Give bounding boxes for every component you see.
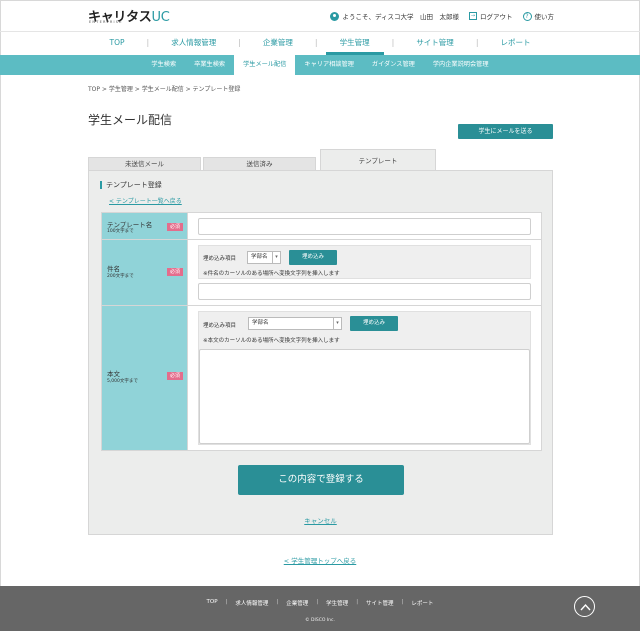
label-body-limit: 5,000文字まで (107, 379, 138, 384)
row-template-name: テンプレート名 100文字まで 必須 (102, 213, 541, 240)
footer-separator: | (276, 599, 279, 605)
welcome-text: ようこそ、ディスコ大学 山田 太郎様 (342, 13, 459, 21)
back-to-student-top-link[interactable]: < 学生管理トップへ戻る (0, 555, 640, 565)
page-title: 学生メール配信 (88, 113, 173, 127)
nav-separator: | (314, 38, 318, 47)
sub-nav: 学生検索 卒業生検索 学生メール配信 キャリア相談管理 ガイダンス管理 学内企業… (0, 55, 640, 75)
label-cell: 本文 5,000文字まで 必須 (102, 306, 188, 450)
embed-label: 埋め込み項目 (203, 256, 237, 262)
subject-input[interactable] (198, 283, 531, 300)
field-cell: 埋め込み項目 学部名 ▾ 埋め込み ※本文のカーソルのある場所へ変換文字列を挿入… (188, 306, 541, 450)
embed-label: 埋め込み項目 (203, 323, 237, 329)
row-body: 本文 5,000文字まで 必須 埋め込み項目 学部名 ▾ 埋め込み ※本文のカー… (102, 306, 541, 450)
body-textarea[interactable] (199, 349, 530, 444)
required-badge: 必須 (167, 268, 183, 276)
template-panel: テンプレート登録 < テンプレート一覧へ戻る テンプレート名 100文字まで 必… (88, 170, 553, 535)
copyright: © DISCO Inc. (305, 618, 335, 623)
tab-sent[interactable]: 送信済み (203, 157, 316, 171)
main-nav-jobs[interactable]: 求人情報管理 (157, 32, 230, 55)
sub-nav-career-consult[interactable]: キャリア相談管理 (295, 55, 363, 75)
back-to-list-link[interactable]: < テンプレート一覧へ戻る (109, 196, 182, 205)
body-embed-button[interactable]: 埋め込み (350, 316, 398, 331)
footer-nav: TOP | 求人情報管理 | 企業管理 | 学生管理 | サイト管理 | レポー… (0, 599, 640, 607)
sub-nav-student-search[interactable]: 学生検索 (142, 55, 185, 75)
logo-subtext: ENTERPRISE (89, 20, 123, 24)
sub-nav-guidance[interactable]: ガイダンス管理 (363, 55, 424, 75)
footer-link-report[interactable]: レポート (407, 599, 437, 607)
nav-separator: | (391, 38, 395, 47)
footer-link-site[interactable]: サイト管理 (362, 599, 398, 607)
subject-note: ※件名のカーソルのある場所へ変換文字列を挿入します (203, 271, 340, 277)
footer-separator: | (356, 599, 359, 605)
chevron-up-icon (580, 603, 591, 611)
user-icon (330, 11, 340, 21)
send-mail-button[interactable]: 学生にメールを送る (458, 124, 553, 139)
logo[interactable]: キャリタスUC ENTERPRISE (88, 6, 170, 26)
main-nav-top[interactable]: TOP (95, 32, 138, 55)
nav-separator: | (475, 38, 479, 47)
help-link[interactable]: 使い方 (535, 11, 555, 21)
footer-separator: | (225, 599, 228, 605)
footer-link-companies[interactable]: 企業管理 (282, 599, 312, 607)
user-area: ようこそ、ディスコ大学 山田 太郎様 → ログアウト ? 使い方 (330, 11, 554, 21)
field-cell: 埋め込み項目 学部名 ▾ 埋め込み ※件名のカーソルのある場所へ変換文字列を挿入… (188, 240, 541, 305)
sub-nav-student-mail[interactable]: 学生メール配信 (234, 55, 296, 75)
register-submit-button[interactable]: この内容で登録する (238, 465, 404, 495)
body-embed-box: 埋め込み項目 学部名 ▾ 埋め込み ※本文のカーソルのある場所へ変換文字列を挿入… (198, 311, 531, 445)
tab-unsent[interactable]: 未送信メール (88, 157, 201, 171)
footer: TOP | 求人情報管理 | 企業管理 | 学生管理 | サイト管理 | レポー… (0, 586, 640, 631)
footer-link-students[interactable]: 学生管理 (322, 599, 352, 607)
main-nav: TOP | 求人情報管理 | 企業管理 | 学生管理 | サイト管理 | レポー… (0, 31, 640, 55)
label-body: 本文 (107, 370, 120, 378)
help-icon[interactable]: ? (522, 11, 532, 21)
label-cell: 件名 200文字まで 必須 (102, 240, 188, 305)
body-embed-select[interactable]: 学部名 ▾ (248, 317, 342, 330)
label-template-name-limit: 100文字まで (107, 229, 134, 234)
main-nav-companies[interactable]: 企業管理 (249, 32, 307, 55)
chevron-down-icon: ▾ (272, 252, 280, 263)
logout-link[interactable]: ログアウト (480, 11, 513, 21)
subject-embed-box: 埋め込み項目 学部名 ▾ 埋め込み ※件名のカーソルのある場所へ変換文字列を挿入… (198, 245, 531, 279)
sub-nav-company-briefing[interactable]: 学内企業説明会管理 (424, 55, 498, 75)
subject-embed-select[interactable]: 学部名 ▾ (247, 251, 281, 264)
template-name-input[interactable] (198, 218, 531, 235)
main-nav-students[interactable]: 学生管理 (325, 32, 384, 55)
breadcrumb[interactable]: TOP > 学生管理 > 学生メール配信 > テンプレート登録 (88, 84, 240, 93)
subject-embed-button[interactable]: 埋め込み (289, 250, 337, 265)
sub-nav-alumni-search[interactable]: 卒業生検索 (185, 55, 234, 75)
main-nav-site[interactable]: サイト管理 (402, 32, 468, 55)
tab-bar: 未送信メール 送信済み テンプレート (88, 149, 553, 171)
section-title: テンプレート登録 (100, 181, 162, 189)
nav-separator: | (238, 38, 241, 47)
required-badge: 必須 (167, 372, 183, 380)
main-nav-report[interactable]: レポート (487, 32, 545, 55)
required-badge: 必須 (167, 223, 183, 231)
chevron-down-icon: ▾ (333, 318, 341, 329)
logout-icon[interactable]: → (469, 12, 477, 20)
template-form: テンプレート名 100文字まで 必須 件名 200文字まで 必須 埋め込み項目 … (101, 212, 542, 451)
footer-link-top[interactable]: TOP (203, 599, 222, 607)
footer-link-jobs[interactable]: 求人情報管理 (231, 599, 272, 607)
label-subject: 件名 (107, 265, 120, 273)
tab-template[interactable]: テンプレート (320, 149, 436, 171)
row-subject: 件名 200文字まで 必須 埋め込み項目 学部名 ▾ 埋め込み ※件名のカーソル… (102, 240, 541, 306)
footer-separator: | (401, 599, 404, 605)
cancel-link[interactable]: キャンセル (89, 515, 552, 525)
nav-separator: | (146, 38, 150, 47)
footer-separator: | (316, 599, 319, 605)
body-note: ※本文のカーソルのある場所へ変換文字列を挿入します (203, 338, 340, 344)
field-cell (188, 213, 541, 239)
label-subject-limit: 200文字まで (107, 274, 134, 279)
label-cell: テンプレート名 100文字まで 必須 (102, 213, 188, 239)
scroll-to-top-button[interactable] (574, 596, 595, 617)
